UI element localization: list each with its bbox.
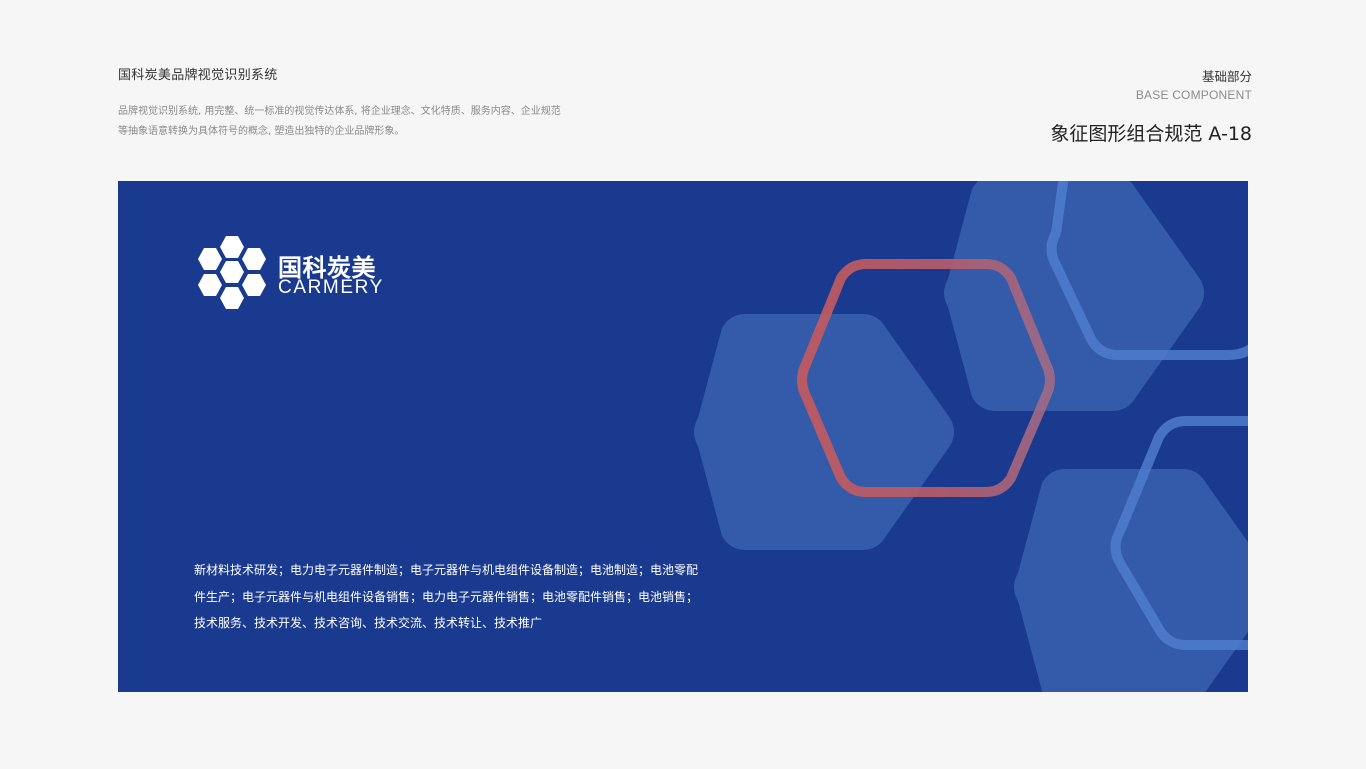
brand-guideline-page: 国科炭美品牌视觉识别系统 品牌视觉识别系统, 用完整、统一标准的视觉传达体系, …: [0, 0, 1366, 769]
header-title: 国科炭美品牌视觉识别系统: [118, 68, 278, 83]
business-scope-text: 新材料技术研发；电力电子元器件制造；电子元器件与机电组件设备制造；电池制造；电池…: [194, 563, 699, 630]
logo-name-en: CARMERY: [278, 277, 384, 298]
section-label-cn: 基础部分: [1201, 69, 1252, 84]
spec-title: 象征图形组合规范 A-18: [1050, 123, 1252, 145]
brand-panel: 国科炭美 CARMERY 新材料技术研发；电力电子元器件制造；电子元器件与机电组…: [118, 181, 1248, 692]
hexagon-cluster-icon: [198, 236, 266, 309]
header-description: 品牌视觉识别系统, 用完整、统一标准的视觉传达体系, 将企业理念、文化特质、服务…: [118, 106, 561, 137]
section-label-en: BASE COMPONENT: [1135, 88, 1252, 102]
brand-logo: 国科炭美 CARMERY: [196, 236, 406, 314]
